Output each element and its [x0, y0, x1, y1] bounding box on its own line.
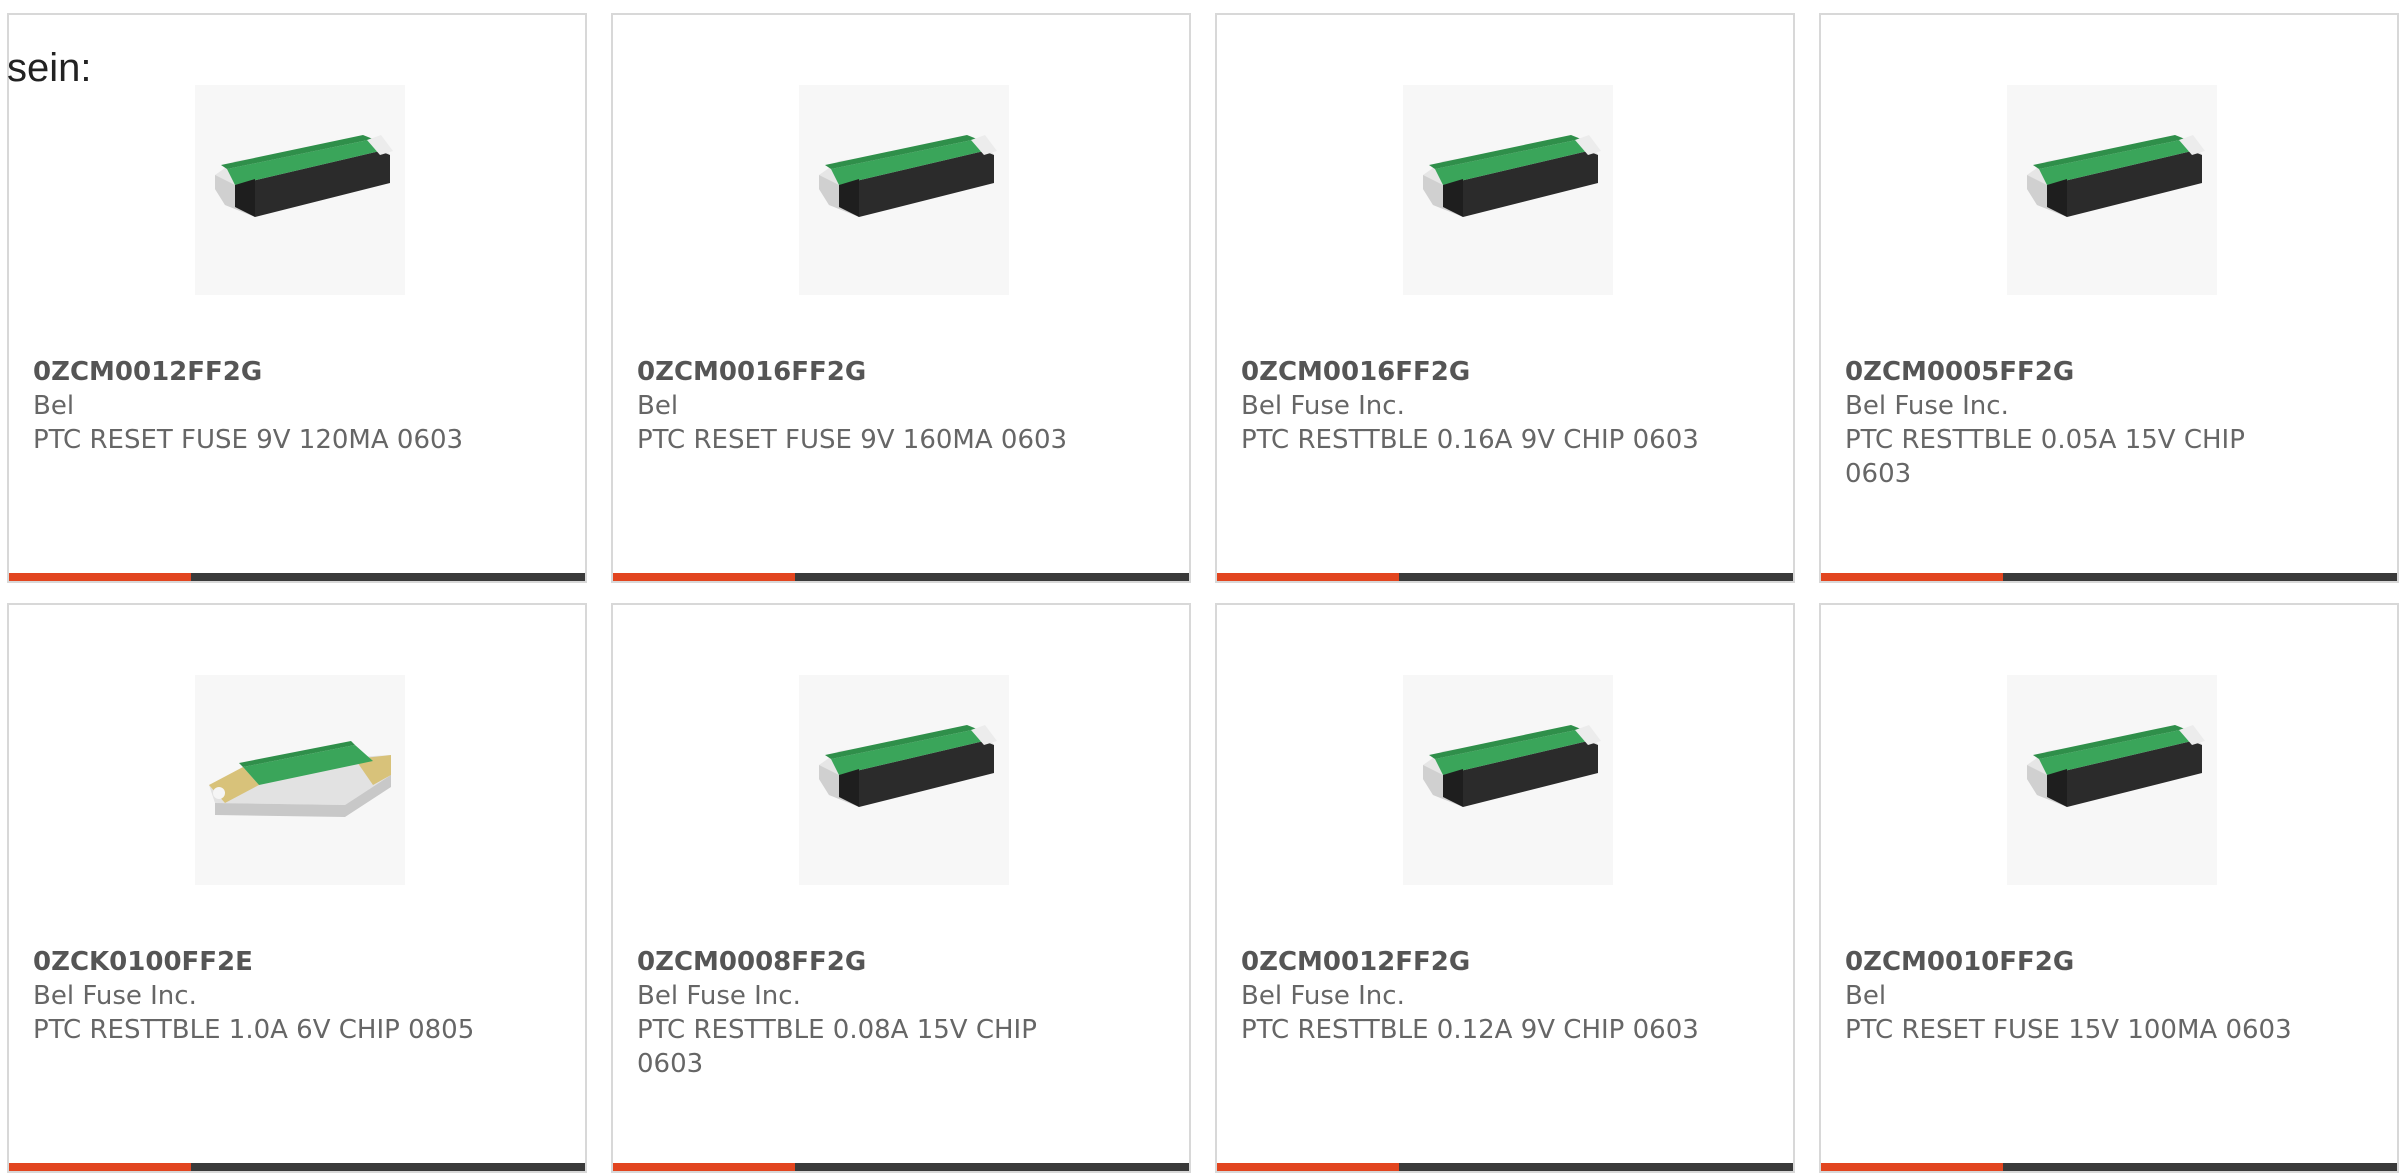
product-image[interactable]	[2007, 675, 2217, 885]
card-footer-bar	[1217, 573, 1793, 581]
product-description: PTC RESTTBLE 0.16A 9V CHIP 0603	[1241, 425, 1699, 455]
product-description: PTC RESTTBLE 0.12A 9V CHIP 0603	[1241, 1015, 1699, 1045]
part-number[interactable]: 0ZCK0100FF2E	[33, 945, 503, 979]
product-image[interactable]	[195, 675, 405, 885]
part-number[interactable]: 0ZCM0016FF2G	[1241, 355, 1711, 389]
part-number[interactable]: 0ZCM0012FF2G	[33, 355, 503, 389]
product-image[interactable]	[1403, 675, 1613, 885]
manufacturer: Bel Fuse Inc.	[33, 981, 197, 1011]
product-card[interactable]: 0ZCM0012FF2G Bel Fuse Inc. PTC RESTTBLE …	[1215, 603, 1795, 1173]
product-description: PTC RESTTBLE 1.0A 6V CHIP 0805	[33, 1015, 475, 1045]
manufacturer: Bel	[637, 391, 679, 421]
product-card[interactable]: 0ZCM0005FF2G Bel Fuse Inc. PTC RESTTBLE …	[1819, 13, 2399, 583]
manufacturer: Bel Fuse Inc.	[637, 981, 801, 1011]
card-accent-bar	[613, 1163, 795, 1171]
product-card[interactable]: 0ZCM0008FF2G Bel Fuse Inc. PTC RESTTBLE …	[611, 603, 1191, 1173]
card-accent-bar	[1217, 573, 1399, 581]
card-footer-bar	[1821, 1163, 2397, 1171]
manufacturer: Bel Fuse Inc.	[1845, 391, 2009, 421]
manufacturer: Bel	[1845, 981, 1887, 1011]
card-footer-bar	[613, 1163, 1189, 1171]
smd-fuse-dark-icon	[1423, 725, 1601, 807]
part-number[interactable]: 0ZCM0012FF2G	[1241, 945, 1711, 979]
card-footer-bar	[613, 573, 1189, 581]
card-accent-bar	[9, 1163, 191, 1171]
smd-fuse-dark-icon	[2027, 135, 2205, 217]
product-image[interactable]	[799, 675, 1009, 885]
product-description: PTC RESET FUSE 9V 160MA 0603	[637, 425, 1068, 455]
manufacturer: Bel	[33, 391, 75, 421]
card-footer-bar	[9, 1163, 585, 1171]
product-image[interactable]	[799, 85, 1009, 295]
product-card[interactable]: 0ZCK0100FF2E Bel Fuse Inc. PTC RESTTBLE …	[7, 603, 587, 1173]
manufacturer: Bel Fuse Inc.	[1241, 981, 1405, 1011]
part-number[interactable]: 0ZCM0005FF2G	[1845, 355, 2315, 389]
product-description: PTC RESTTBLE 0.08A 15V CHIP 0603	[637, 1015, 1037, 1079]
smd-fuse-dark-icon	[819, 725, 997, 807]
smd-fuse-dark-icon	[2027, 725, 2205, 807]
intro-text: sein:	[7, 46, 92, 90]
product-description: PTC RESTTBLE 0.05A 15V CHIP 0603	[1845, 425, 2245, 489]
card-accent-bar	[1217, 1163, 1399, 1171]
card-accent-bar	[9, 573, 191, 581]
product-description: PTC RESET FUSE 9V 120MA 0603	[33, 425, 464, 455]
smd-fuse-dark-icon	[819, 135, 997, 217]
product-description: PTC RESET FUSE 15V 100MA 0603	[1845, 1015, 2292, 1045]
product-image[interactable]	[195, 85, 405, 295]
card-accent-bar	[1821, 1163, 2003, 1171]
product-image[interactable]	[1403, 85, 1613, 295]
part-number[interactable]: 0ZCM0010FF2G	[1845, 945, 2315, 979]
part-number[interactable]: 0ZCM0016FF2G	[637, 355, 1107, 389]
product-grid: 0ZCM0012FF2G Bel PTC RESET FUSE 9V 120MA…	[7, 13, 2400, 1173]
product-card[interactable]: 0ZCM0016FF2G Bel Fuse Inc. PTC RESTTBLE …	[1215, 13, 1795, 583]
manufacturer: Bel Fuse Inc.	[1241, 391, 1405, 421]
part-number[interactable]: 0ZCM0008FF2G	[637, 945, 1107, 979]
card-accent-bar	[1821, 573, 2003, 581]
card-accent-bar	[613, 573, 795, 581]
product-card[interactable]: 0ZCM0010FF2G Bel PTC RESET FUSE 15V 100M…	[1819, 603, 2399, 1173]
card-footer-bar	[1217, 1163, 1793, 1171]
smd-fuse-dark-icon	[1423, 135, 1601, 217]
smd-fuse-gold-icon	[209, 741, 391, 817]
product-card[interactable]: 0ZCM0012FF2G Bel PTC RESET FUSE 9V 120MA…	[7, 13, 587, 583]
smd-fuse-dark-icon	[215, 135, 393, 217]
card-footer-bar	[1821, 573, 2397, 581]
product-card[interactable]: 0ZCM0016FF2G Bel PTC RESET FUSE 9V 160MA…	[611, 13, 1191, 583]
product-image[interactable]	[2007, 85, 2217, 295]
card-footer-bar	[9, 573, 585, 581]
